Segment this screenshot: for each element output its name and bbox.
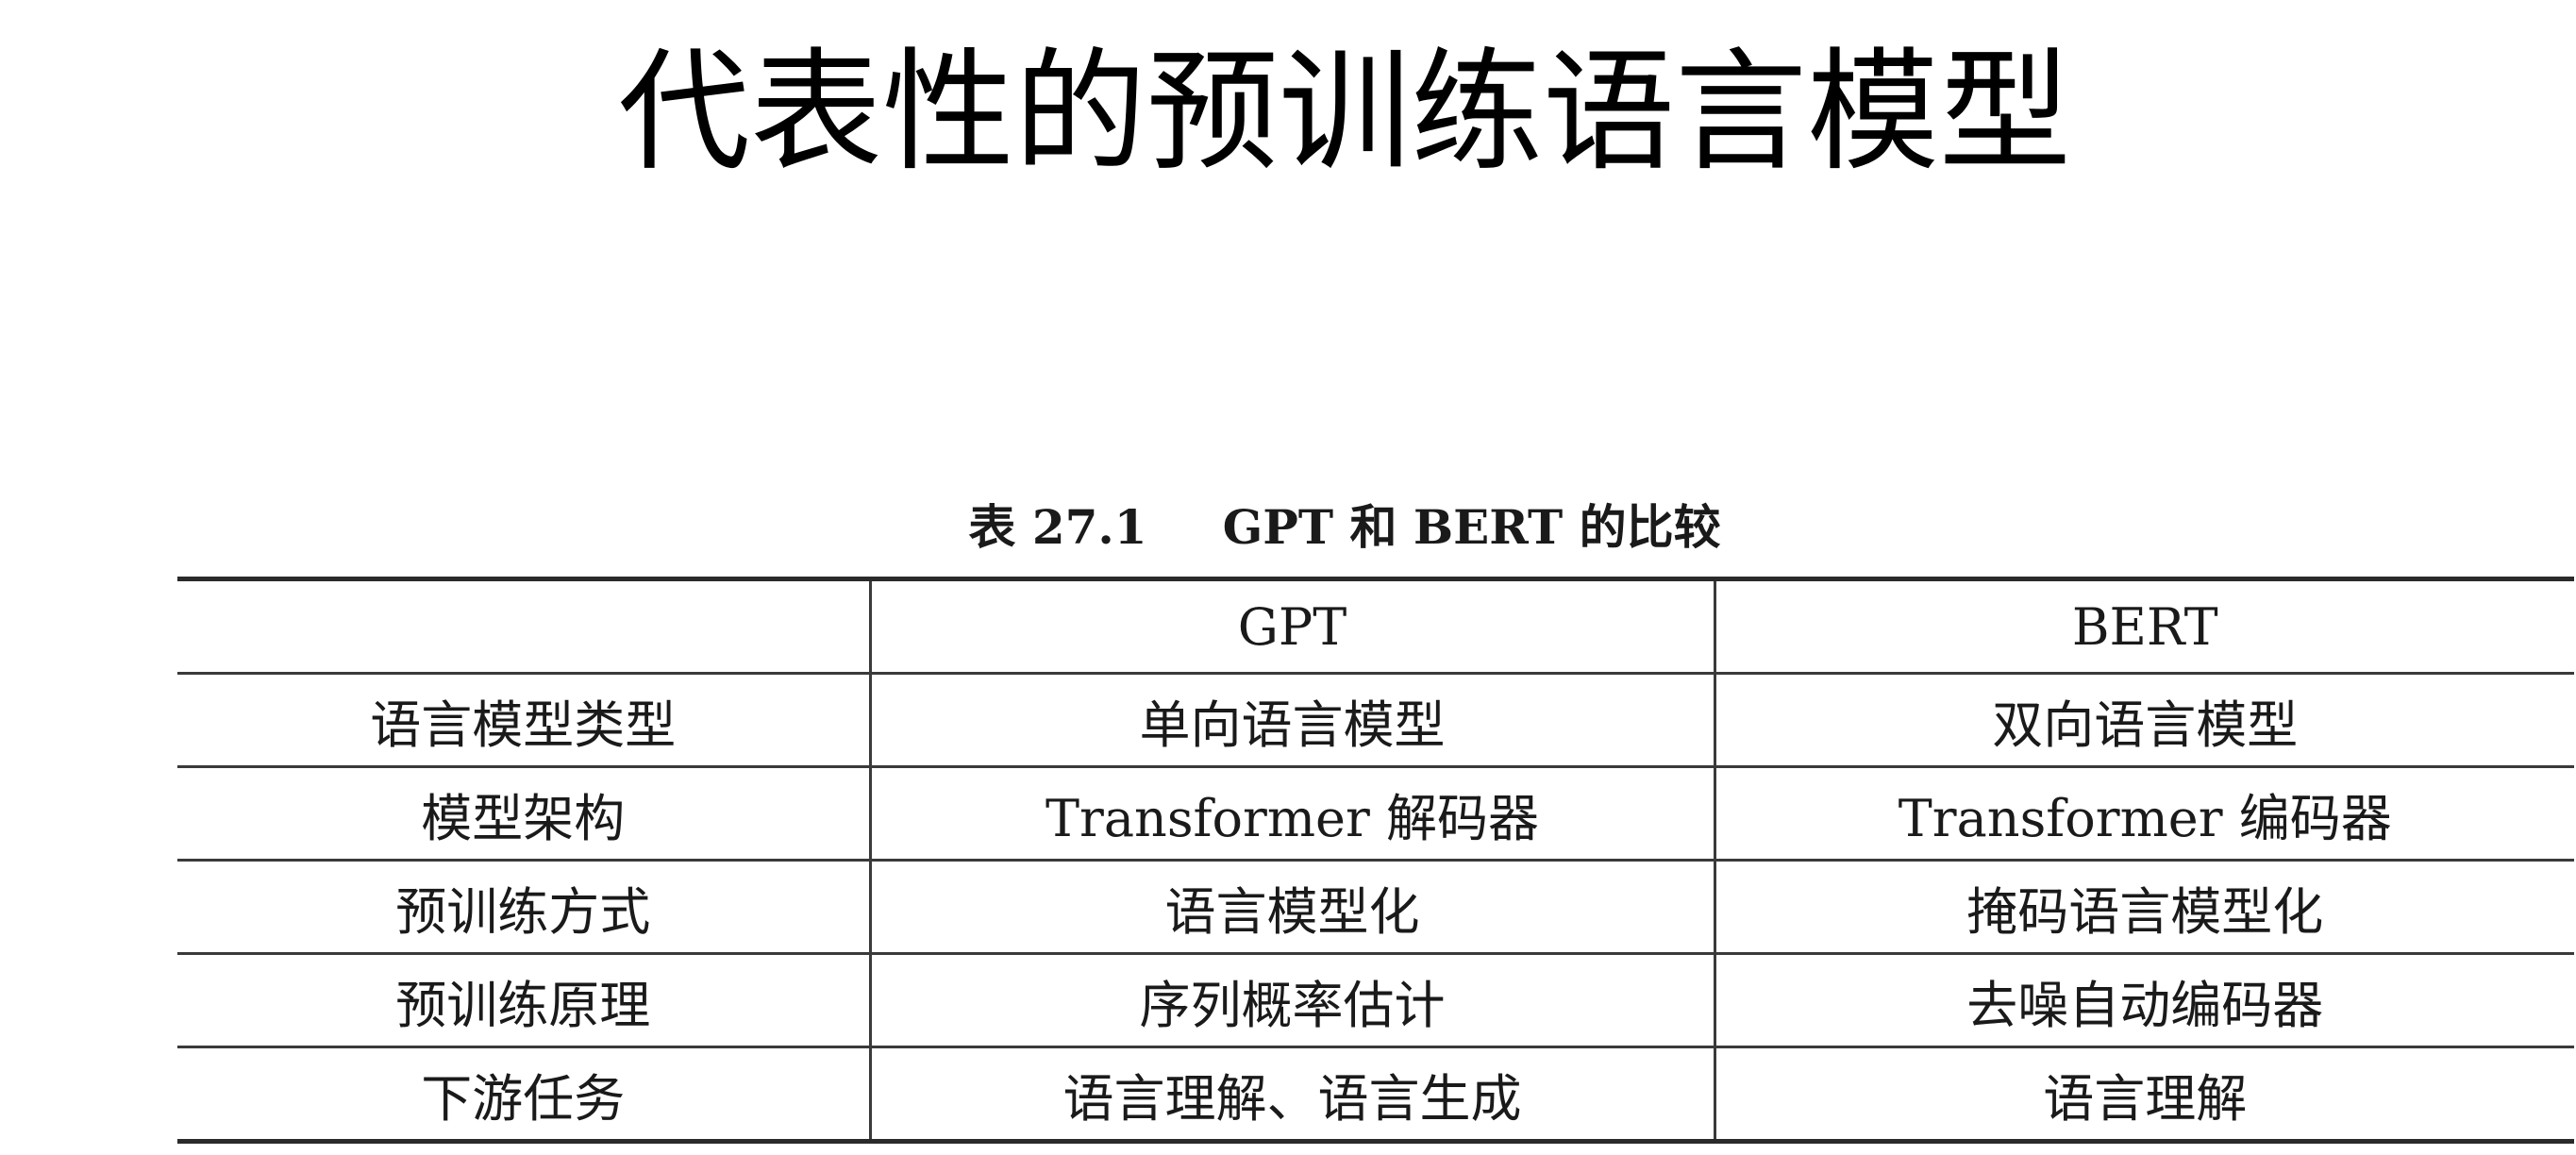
row-label: 语言模型类型 <box>177 673 870 768</box>
bert-cell: 去噪自动编码器 <box>1713 953 2574 1048</box>
gpt-cell: 序列概率估计 <box>868 953 1715 1048</box>
header-cell-gpt: GPT <box>868 577 1715 675</box>
gpt-cell: 单向语言模型 <box>868 673 1715 768</box>
table-row: 模型架构 Transformer 解码器 Transformer 编码器 <box>177 766 2574 862</box>
table-caption-number: 表 27.1 <box>968 499 1147 555</box>
row-label: 预训练方式 <box>177 860 870 955</box>
bert-cell: 双向语言模型 <box>1713 673 2574 768</box>
table-header-row: GPT BERT <box>177 577 2574 675</box>
table-caption-text: GPT 和 BERT 的比较 <box>1222 499 1721 555</box>
gpt-cell: Transformer 解码器 <box>868 766 1715 862</box>
header-cell-empty <box>177 577 870 675</box>
row-label: 下游任务 <box>177 1046 870 1144</box>
row-label: 预训练原理 <box>177 953 870 1048</box>
row-label: 模型架构 <box>177 766 870 862</box>
comparison-table: GPT BERT 语言模型类型 单向语言模型 双向语言模型 模型架构 Trans… <box>177 577 2574 1144</box>
page-title: 代表性的预训练语言模型 <box>617 36 2071 190</box>
header-cell-bert: BERT <box>1713 577 2574 675</box>
table-row: 预训练方式 语言模型化 掩码语言模型化 <box>177 860 2574 955</box>
table-caption: 表 27.1 GPT 和 BERT 的比较 <box>0 494 2576 561</box>
table-row: 下游任务 语言理解、语言生成 语言理解 <box>177 1046 2574 1144</box>
bert-cell: 语言理解 <box>1713 1046 2574 1144</box>
bert-cell: Transformer 编码器 <box>1713 766 2574 862</box>
gpt-cell: 语言理解、语言生成 <box>868 1046 1715 1144</box>
gpt-cell: 语言模型化 <box>868 860 1715 955</box>
bert-cell: 掩码语言模型化 <box>1713 860 2574 955</box>
table-row: 预训练原理 序列概率估计 去噪自动编码器 <box>177 953 2574 1048</box>
table-row: 语言模型类型 单向语言模型 双向语言模型 <box>177 673 2574 768</box>
